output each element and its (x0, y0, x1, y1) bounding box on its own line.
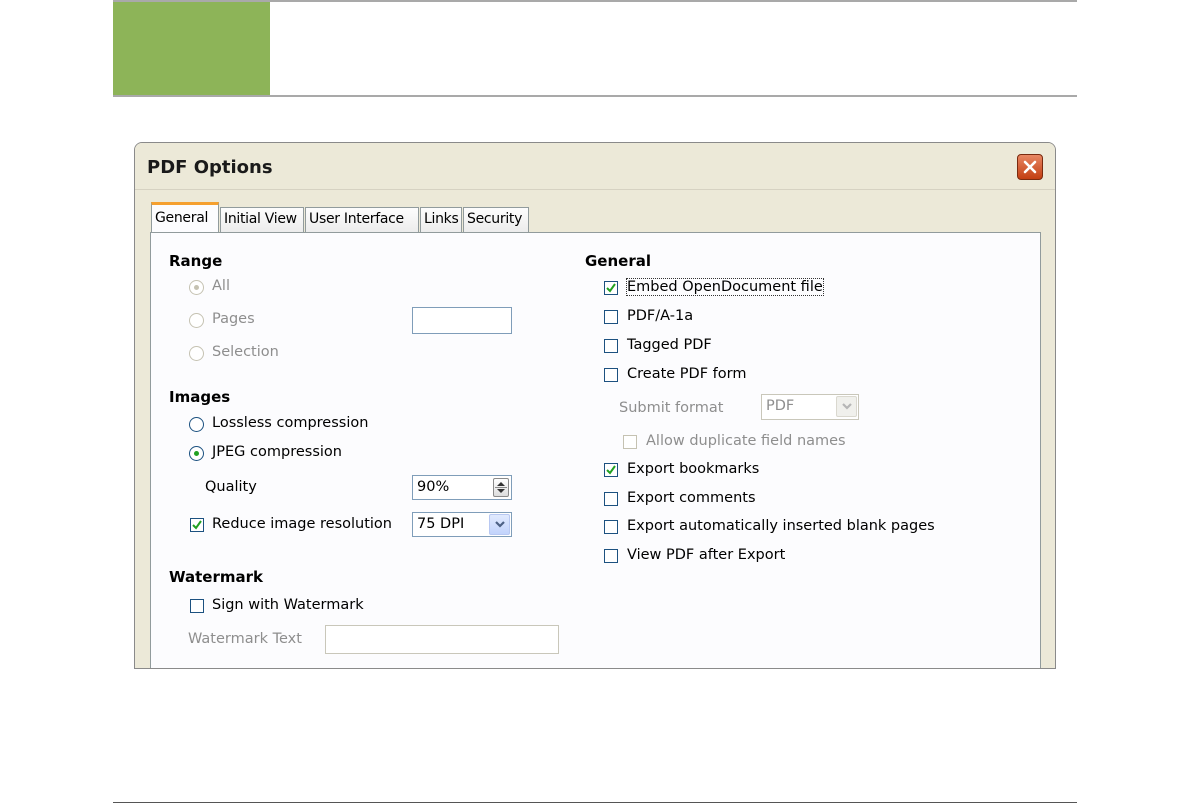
radio-dot (194, 285, 199, 290)
watermark-text-input[interactable] (325, 625, 559, 654)
pdfa-label: PDF/A-1a (627, 308, 694, 324)
allow-duplicate-names-label: Allow duplicate field names (646, 433, 846, 449)
create-pdf-form-label: Create PDF form (627, 366, 747, 382)
tagged-pdf-label: Tagged PDF (627, 337, 712, 353)
tab-security[interactable]: Security (463, 207, 529, 232)
dialog-title: PDF Options (147, 157, 273, 178)
tab-user-interface[interactable]: User Interface (305, 207, 419, 232)
range-heading: Range (169, 252, 223, 270)
header-accent-block (113, 2, 270, 96)
images-heading: Images (169, 388, 231, 406)
allow-duplicate-names-checkbox[interactable] (623, 435, 637, 449)
quality-value: 90% (417, 479, 450, 495)
chevron-down-icon (495, 521, 505, 528)
pdfa-checkbox[interactable] (604, 310, 618, 324)
resolution-value: 75 DPI (417, 516, 465, 532)
range-pages-label: Pages (212, 311, 255, 327)
sign-watermark-label: Sign with Watermark (212, 597, 364, 613)
tagged-pdf-checkbox[interactable] (604, 339, 618, 353)
checkmark-icon (606, 465, 616, 475)
export-comments-checkbox[interactable] (604, 492, 618, 506)
reduce-resolution-checkbox[interactable] (190, 518, 204, 532)
export-blank-pages-checkbox[interactable] (604, 520, 618, 534)
general-heading: General (585, 252, 651, 270)
range-pages-radio[interactable] (189, 313, 204, 328)
range-pages-input[interactable] (412, 307, 512, 334)
submit-format-dropdown-button[interactable] (836, 396, 857, 417)
export-bookmarks-label: Export bookmarks (627, 461, 760, 477)
range-selection-label: Selection (212, 344, 279, 360)
jpeg-compression-radio[interactable] (189, 446, 204, 461)
range-all-label: All (212, 278, 230, 294)
checkmark-icon (192, 520, 202, 530)
close-button[interactable] (1017, 154, 1043, 180)
lossless-compression-label: Lossless compression (212, 415, 369, 431)
bottom-rule (113, 802, 1077, 803)
tab-initial-view[interactable]: Initial View (220, 207, 304, 232)
create-pdf-form-checkbox[interactable] (604, 368, 618, 382)
embed-opendocument-label: Embed OpenDocument file (626, 278, 824, 296)
watermark-text-label: Watermark Text (188, 631, 302, 647)
lossless-compression-radio[interactable] (189, 417, 204, 432)
quality-label: Quality (205, 479, 257, 495)
sign-watermark-checkbox[interactable] (190, 599, 204, 613)
tab-links[interactable]: Links (420, 207, 462, 232)
resolution-dropdown-button[interactable] (489, 514, 510, 535)
view-pdf-after-export-label: View PDF after Export (627, 547, 786, 563)
header-rule (113, 95, 1077, 97)
title-bar[interactable]: PDF Options (135, 143, 1055, 190)
spin-arrows-icon (495, 482, 507, 493)
export-blank-pages-label: Export automatically inserted blank page… (627, 518, 935, 534)
submit-format-value: PDF (766, 398, 795, 414)
jpeg-compression-label: JPEG compression (212, 444, 342, 460)
export-bookmarks-checkbox[interactable] (604, 463, 618, 477)
close-icon (1023, 160, 1037, 174)
tab-general[interactable]: General (151, 202, 219, 233)
tab-panel-general: Range All Pages Selection Images Lossles… (150, 232, 1041, 668)
radio-dot (194, 451, 199, 456)
range-selection-radio[interactable] (189, 346, 204, 361)
view-pdf-after-export-checkbox[interactable] (604, 549, 618, 563)
pdf-options-dialog: PDF Options General Initial View User In… (134, 142, 1056, 669)
reduce-resolution-label: Reduce image resolution (212, 516, 392, 532)
chevron-down-icon (842, 403, 852, 410)
submit-format-label: Submit format (619, 400, 724, 416)
export-comments-label: Export comments (627, 490, 756, 506)
embed-opendocument-checkbox[interactable] (604, 281, 618, 295)
resolution-dropdown[interactable]: 75 DPI (412, 512, 512, 537)
checkmark-icon (606, 283, 616, 293)
range-all-radio[interactable] (189, 280, 204, 295)
quality-spinbox[interactable]: 90% (412, 475, 512, 500)
watermark-heading: Watermark (169, 568, 263, 586)
submit-format-dropdown[interactable]: PDF (761, 394, 859, 420)
spin-buttons[interactable] (493, 478, 509, 497)
